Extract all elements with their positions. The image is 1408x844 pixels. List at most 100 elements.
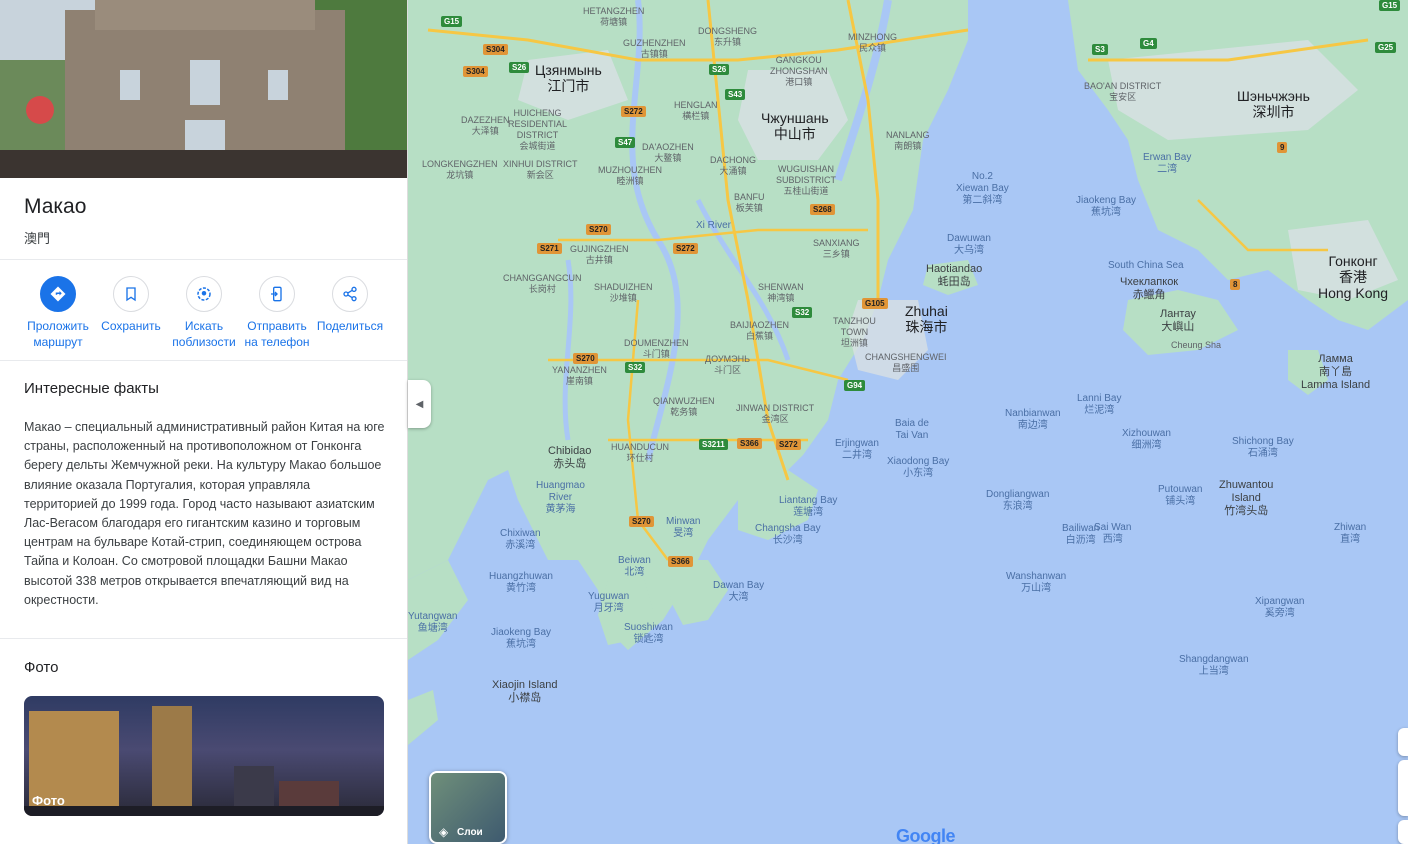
map-label[interactable]: Shangdangwan 上当湾 — [1179, 654, 1249, 678]
map-label[interactable]: YANANZHEN 崖南镇 — [552, 365, 607, 387]
road-shield: G25 — [1375, 42, 1397, 53]
map-label[interactable]: CHANGSHENGWEI 昌盛围 — [865, 352, 947, 374]
map-label[interactable]: Beiwan 北湾 — [618, 555, 651, 579]
map-label[interactable]: Чхеклапкок 赤鱲角 — [1120, 276, 1178, 302]
place-panel: Макао 澳門 Проложить маршрут Сохранить Иск… — [0, 0, 408, 844]
map-label[interactable]: HETANGZHEN 荷塘镇 — [583, 6, 644, 28]
map-label[interactable]: Dawan Bay 大湾 — [713, 580, 764, 604]
map-label[interactable]: Nanbianwan 南边湾 — [1005, 408, 1061, 432]
layers-label: Слои — [457, 827, 483, 838]
map-label[interactable]: ДОУМЭНЬ 斗门区 — [705, 354, 750, 376]
map-label[interactable]: Chibidao 赤头岛 — [548, 445, 591, 471]
map-label[interactable]: Xizhouwan 细洲湾 — [1122, 428, 1171, 452]
hero-photo[interactable] — [0, 0, 407, 178]
map-control-bottom[interactable] — [1398, 820, 1408, 844]
map-label[interactable]: QIANWUZHEN 乾务镇 — [653, 396, 715, 418]
map-label[interactable]: Xiaojin Island 小襟岛 — [492, 679, 557, 705]
map-label[interactable]: Zhuhai 珠海市 — [905, 303, 948, 335]
road-shield: G105 — [862, 298, 888, 309]
map-label[interactable]: HUANDUCUN 环仕村 — [611, 442, 669, 464]
map-label[interactable]: Лантау 大嶼山 — [1160, 308, 1196, 334]
map-label[interactable]: DA'AOZHEN 大鳌镇 — [642, 142, 694, 164]
map-label[interactable]: SHENWAN 神湾镇 — [758, 282, 804, 304]
collapse-panel-button[interactable]: ◀ — [408, 380, 431, 428]
map-label[interactable]: Sai Wan 西湾 — [1094, 522, 1131, 546]
map-label[interactable]: DAZEZHEN 大泽镇 — [461, 115, 510, 137]
directions-button[interactable]: Проложить маршрут — [20, 276, 96, 350]
place-title: Макао — [24, 195, 87, 218]
road-shield: S26 — [509, 62, 530, 73]
share-button[interactable]: Поделиться — [312, 276, 388, 334]
nearby-button[interactable]: Искать поблизости — [166, 276, 242, 350]
map-label[interactable]: BAIJIAOZHEN 白蕉镇 — [730, 320, 789, 342]
map-canvas[interactable]: Цзянмынь 江门市 Чжуншань 中山市 Zhuhai 珠海市 Шэньчжэнь… — [408, 0, 1408, 844]
map-label[interactable]: DOUMENZHEN 斗门镇 — [624, 338, 689, 360]
map-label[interactable]: Shichong Bay 石涌湾 — [1232, 436, 1294, 460]
zoom-control[interactable] — [1398, 760, 1408, 816]
photo-card[interactable]: Фото — [24, 696, 384, 816]
road-shield: S3211 — [699, 439, 728, 450]
map-label[interactable]: Dongliangwan 东浪湾 — [986, 489, 1049, 513]
save-button[interactable]: Сохранить — [93, 276, 169, 334]
map-label[interactable]: BAO'AN DISTRICT 宝安区 — [1084, 81, 1161, 103]
map-label[interactable]: TANZHOU TOWN 坦洲镇 — [833, 316, 876, 349]
map-label[interactable]: WUGUISHAN SUBDISTRICT 五桂山街道 — [776, 164, 836, 197]
map-label[interactable]: Гонконг 香港 Hong Kong — [1318, 253, 1388, 301]
map-label[interactable]: Zhuwantou Island 竹湾头岛 — [1219, 479, 1273, 518]
map-label[interactable]: Haotiandao 蚝田岛 — [926, 263, 982, 289]
map-label[interactable]: MUZHOUZHEN 睦洲镇 — [598, 165, 662, 187]
photos-heading: Фото — [24, 659, 59, 676]
map-label[interactable]: Erjingwan 二井湾 — [835, 438, 879, 462]
map-label[interactable]: Lanni Bay 烂泥湾 — [1077, 393, 1121, 417]
map-label[interactable]: Xiaodong Bay 小东湾 — [887, 456, 949, 480]
map-label[interactable]: Minwan 旻湾 — [666, 516, 700, 540]
map-label[interactable]: Changsha Bay 长沙湾 — [755, 523, 821, 547]
photo-thumbnail — [24, 706, 384, 816]
map-label[interactable]: Yutangwan 鱼塘湾 — [408, 611, 458, 635]
map-label[interactable]: Erwan Bay 二湾 — [1143, 152, 1191, 176]
map-label[interactable]: XINHUI DISTRICT 新会区 — [503, 159, 578, 181]
map-label[interactable]: GUJINGZHEN 古井镇 — [570, 244, 629, 266]
map-label[interactable]: HENGLAN 横栏镇 — [674, 100, 718, 122]
map-label[interactable]: Wanshanwan 万山湾 — [1006, 571, 1066, 595]
map-label[interactable]: South China Sea — [1108, 260, 1184, 272]
map-label[interactable]: Шэньчжэнь 深圳市 — [1237, 88, 1310, 120]
layers-button[interactable]: ◈ Слои — [429, 771, 507, 844]
map-label[interactable]: NANLANG 南朗镇 — [886, 130, 930, 152]
map-label[interactable]: DACHONG 大涌镇 — [710, 155, 756, 177]
map-label[interactable]: Liantang Bay 莲塘湾 — [779, 495, 837, 519]
map-label[interactable]: No.2 Xiewan Bay 第二斜湾 — [956, 171, 1009, 207]
map-label[interactable]: Цзянмынь 江门市 — [535, 62, 602, 94]
share-icon — [332, 276, 368, 312]
map-label[interactable]: Zhiwan 直湾 — [1334, 522, 1366, 546]
map-label[interactable]: Baia de Tai Van — [895, 418, 929, 442]
map-label[interactable]: Huangmao River 黄茅海 — [536, 480, 585, 516]
map-label[interactable]: Ламма 南丫島 Lamma Island — [1301, 353, 1370, 392]
map-label[interactable]: Xi River — [696, 220, 731, 232]
map-label[interactable]: SANXIANG 三乡镇 — [813, 238, 860, 260]
map-label[interactable]: Huangzhuwan 黄竹湾 — [489, 571, 553, 595]
map-label[interactable]: Dawuwan 大乌湾 — [947, 233, 991, 257]
map-label[interactable]: Yuguwan 月牙湾 — [588, 591, 629, 615]
map-label[interactable]: HUICHENG RESIDENTIAL DISTRICT 会城街道 — [508, 108, 567, 152]
layers-icon: ◈ — [439, 825, 449, 839]
map-label[interactable]: Jiaokeng Bay 蕉坑湾 — [1076, 195, 1136, 219]
map-label[interactable]: Putouwan 铺头湾 — [1158, 484, 1202, 508]
map-label[interactable]: LONGKENGZHEN 龙坑镇 — [422, 159, 498, 181]
map-label[interactable]: Cheung Sha — [1171, 340, 1221, 351]
map-label[interactable]: MINZHONG 民众镇 — [848, 32, 897, 54]
map-label[interactable]: SHADUIZHEN 沙堆镇 — [594, 282, 653, 304]
send-to-phone-button[interactable]: Отправить на телефон — [239, 276, 315, 350]
map-label[interactable]: GANGKOU ZHONGSHAN 港口镇 — [770, 55, 828, 88]
map-label[interactable]: Чжуншань 中山市 — [761, 110, 829, 142]
map-label[interactable]: JINWAN DISTRICT 金湾区 — [736, 403, 814, 425]
map-label[interactable]: Chixiwan 赤溪湾 — [500, 528, 541, 552]
map-label[interactable]: Suoshiwan 锁匙湾 — [624, 622, 673, 646]
map-label[interactable]: Xipangwan 奚旁湾 — [1255, 596, 1304, 620]
map-label[interactable]: CHANGGANGCUN 长岗村 — [503, 273, 582, 295]
map-label[interactable]: GUZHENZHEN 古镇镇 — [623, 38, 686, 60]
map-label[interactable]: Jiaokeng Bay 蕉坑湾 — [491, 627, 551, 651]
map-label[interactable]: BANFU 板芙镇 — [734, 192, 765, 214]
map-control-top[interactable] — [1398, 728, 1408, 756]
map-label[interactable]: DONGSHENG 东升镇 — [698, 26, 757, 48]
